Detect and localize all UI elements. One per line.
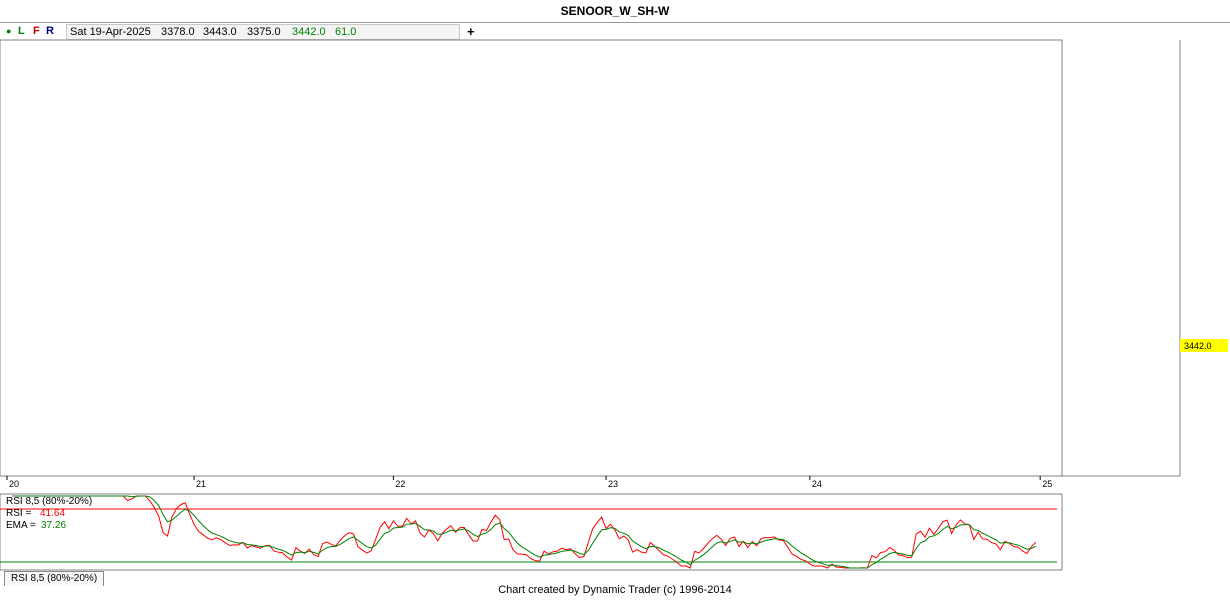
x-tick-label: 22 (395, 479, 405, 489)
ema-label: EMA = (6, 520, 36, 531)
footer-credit: Chart created by Dynamic Trader (c) 1996… (498, 584, 732, 596)
rsi-value: 41.64 (40, 508, 65, 519)
x-tick-label: 24 (812, 479, 822, 489)
rsi-panel-title: RSI 8,5 (80%-20%) (6, 496, 92, 507)
x-tick-label: 25 (1042, 479, 1052, 489)
x-tick-label: 20 (9, 479, 19, 489)
rsi-series (12, 495, 1037, 569)
price-plot-frame (0, 39, 1063, 477)
ema-value: 37.26 (41, 520, 66, 531)
last-price-label: 3442.0 (1184, 341, 1212, 351)
x-tick-label: 21 (196, 479, 206, 489)
rsi-ema-series (12, 495, 1036, 569)
price-chart: H 15848.0 9Jan21H 10526.0 9Aug20H 6398.0… (0, 39, 1228, 571)
x-tick-label: 23 (608, 479, 618, 489)
rsi-label: RSI = (6, 508, 31, 519)
